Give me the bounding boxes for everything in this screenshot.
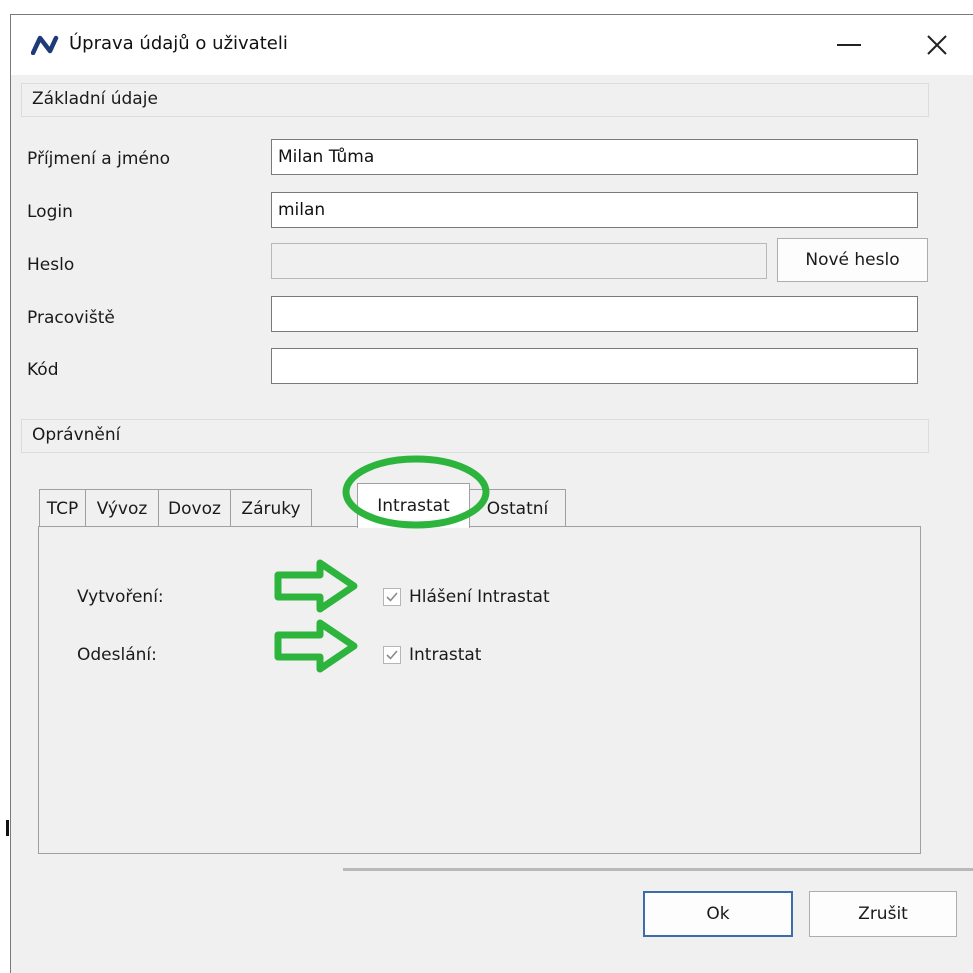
checkbox-box[interactable] [383, 646, 401, 664]
ok-button-label: Ok [706, 904, 730, 924]
workplace-input[interactable] [271, 296, 918, 332]
code-input[interactable] [271, 348, 918, 384]
tab-intrastat[interactable]: Intrastat [357, 483, 470, 528]
workplace-label: Pracoviště [27, 308, 115, 328]
full-name-label: Příjmení a jméno [27, 149, 171, 169]
perm-label-send: Odeslání: [77, 645, 157, 665]
tab-vyvoz[interactable]: Vývoz [85, 489, 159, 527]
close-icon [927, 35, 947, 55]
tab-zaruky[interactable]: Záruky [230, 489, 312, 527]
login-input[interactable] [271, 192, 918, 228]
checkbox-label: Hlášení Intrastat [409, 587, 550, 607]
minimize-icon [837, 44, 861, 46]
code-label: Kód [27, 360, 59, 380]
intrastat-tab-panel: Vytvoření: Hlášení Intrastat Odeslání: I… [38, 526, 921, 854]
permissions-header: Oprávnění [21, 419, 929, 453]
cancel-button[interactable]: Zrušit [809, 891, 957, 937]
perm-label-create: Vytvoření: [77, 587, 164, 607]
password-input [271, 243, 767, 279]
checkbox-intrastat[interactable]: Intrastat [383, 645, 481, 665]
nortis-logo-icon [31, 35, 59, 55]
cancel-button-label: Zrušit [858, 904, 908, 924]
tab-dovoz[interactable]: Dovoz [158, 489, 231, 527]
checkbox-box[interactable] [383, 588, 401, 606]
password-label: Heslo [27, 255, 75, 275]
title-bar: Úprava údajů o uživateli [11, 15, 973, 75]
new-password-button[interactable]: Nové heslo [777, 238, 928, 282]
tab-tcp[interactable]: TCP [39, 489, 86, 527]
tab-ostatni[interactable]: Ostatní [469, 489, 566, 527]
login-label: Login [27, 202, 73, 222]
user-edit-dialog: Úprava údajů o uživateli Základní údaje … [10, 14, 973, 973]
basic-info-header-label: Základní údaje [32, 89, 158, 109]
footer-divider [343, 868, 973, 871]
checkmark-icon [386, 592, 398, 602]
basic-info-header: Základní údaje [21, 83, 929, 117]
window-title: Úprava údajů o uživateli [69, 33, 288, 54]
checkmark-icon [386, 650, 398, 660]
checkbox-hlaseni-intrastat[interactable]: Hlášení Intrastat [383, 587, 550, 607]
background-window-strip [10, 0, 973, 14]
close-button[interactable] [909, 25, 965, 65]
new-password-button-label: Nové heslo [805, 250, 900, 270]
permissions-header-label: Oprávnění [32, 425, 121, 445]
full-name-input[interactable] [271, 139, 918, 175]
checkbox-label: Intrastat [409, 645, 482, 665]
minimize-button[interactable] [821, 25, 877, 65]
background-window-edge [6, 820, 9, 836]
ok-button[interactable]: Ok [643, 891, 793, 937]
